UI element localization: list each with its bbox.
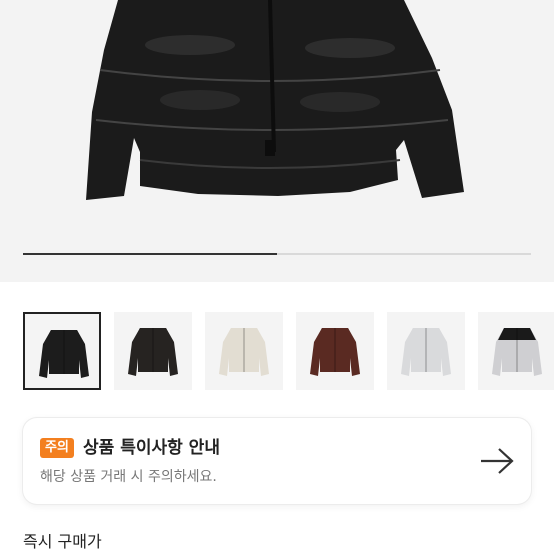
- thumbnail-6[interactable]: [478, 312, 554, 390]
- gallery-progress-bar: [23, 253, 531, 255]
- jacket-product-image: [86, 0, 464, 200]
- thumbnail-2[interactable]: [114, 312, 192, 390]
- thumbnail-5[interactable]: [387, 312, 465, 390]
- thumbnail-strip: [23, 312, 554, 390]
- jacket-thumbnail-image: [219, 328, 269, 376]
- product-image-carousel[interactable]: [0, 0, 554, 282]
- thumbnail-3[interactable]: [205, 312, 283, 390]
- notice-subtitle: 해당 상품 거래 시 주의하세요.: [40, 469, 217, 485]
- warning-badge: 주의: [40, 438, 74, 458]
- instant-buy-price-label: 즉시 구매가: [23, 532, 102, 551]
- arrow-right-icon[interactable]: [479, 446, 515, 476]
- thumbnail-1[interactable]: [23, 312, 101, 390]
- jacket-thumbnail-image: [310, 328, 360, 376]
- notice-title: 상품 특이사항 안내: [83, 438, 220, 458]
- thumbnail-4[interactable]: [296, 312, 374, 390]
- jacket-thumbnail-image: [492, 328, 542, 376]
- jacket-thumbnail-image: [39, 330, 89, 378]
- gallery-progress-indicator: [23, 253, 277, 255]
- jacket-thumbnail-image: [401, 328, 451, 376]
- product-notice-card[interactable]: 주의 상품 특이사항 안내 해당 상품 거래 시 주의하세요.: [23, 418, 531, 504]
- jacket-thumbnail-image: [128, 328, 178, 376]
